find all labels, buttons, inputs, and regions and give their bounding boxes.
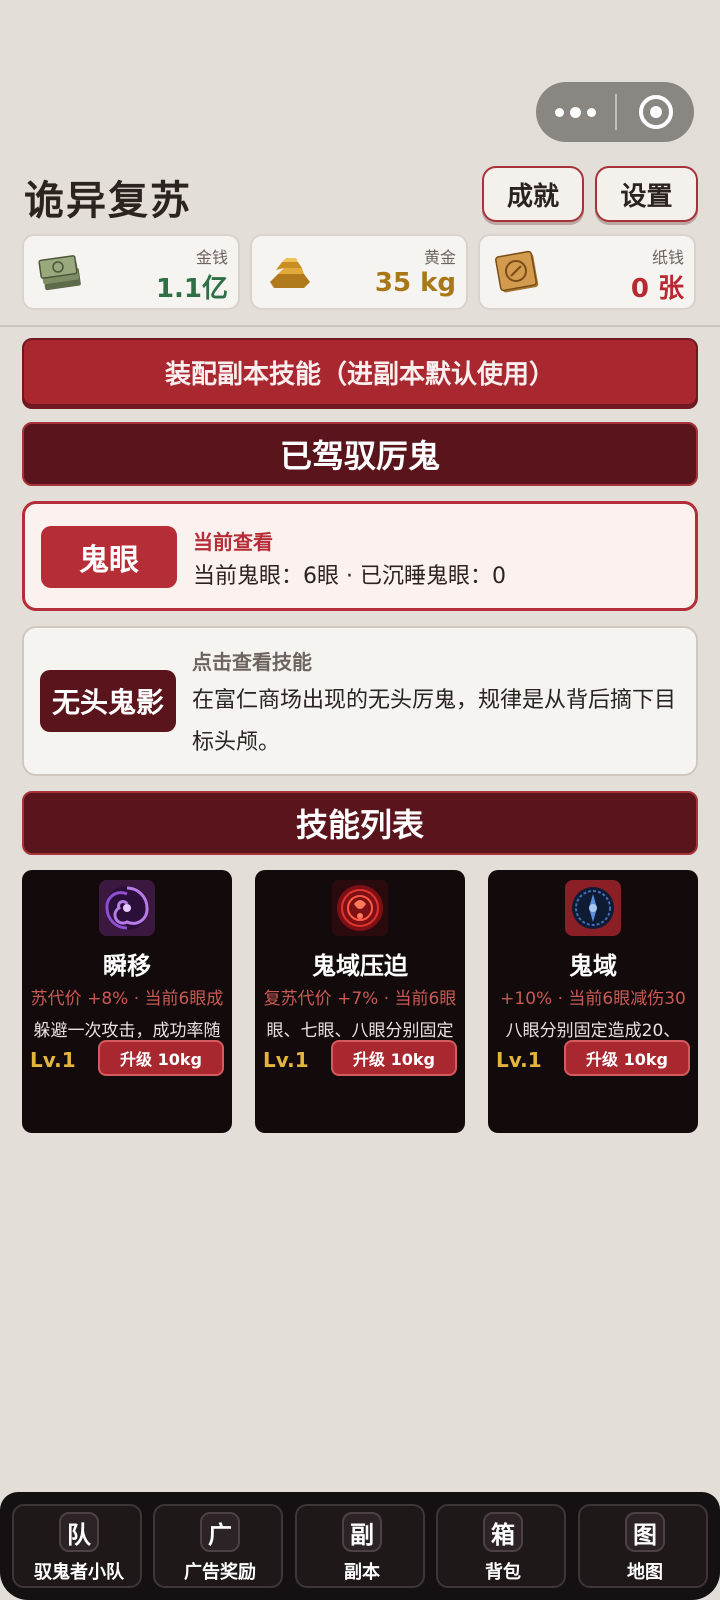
- resource-label: 纸钱: [651, 248, 684, 267]
- skill-cost-text: 复苏代价 +7% · 当前6眼: [263, 989, 457, 1009]
- nav-label: 背包: [485, 1562, 521, 1583]
- resource-value: 1.1亿: [155, 274, 228, 304]
- skill-card-ghost-domain[interactable]: 鬼域 +10% · 当前6眼减伤30 八眼分别固定造成20、 Lv.1 升级 1…: [488, 870, 698, 1133]
- skill-level: Lv.1: [263, 1048, 309, 1072]
- skill-card-ghost-domain-oppression[interactable]: 鬼域压迫 复苏代价 +7% · 当前6眼 眼、七眼、八眼分别固定 Lv.1 升级…: [255, 870, 465, 1133]
- nav-item-ad-rewards[interactable]: 广 广告奖励: [153, 1504, 283, 1588]
- skill-cost-text: 苏代价 +8% · 当前6眼成: [30, 989, 224, 1009]
- ghost-card-ghost-eye[interactable]: 鬼眼 当前查看 当前鬼眼：6眼 · 已沉睡鬼眼：0: [22, 501, 698, 611]
- nav-item-dungeon[interactable]: 副 副本: [295, 1504, 425, 1588]
- skill-level: Lv.1: [30, 1048, 76, 1072]
- nav-item-map[interactable]: 图 地图: [578, 1504, 708, 1588]
- resource-value: 0 张: [630, 274, 684, 304]
- upgrade-button[interactable]: 升级 10kg: [98, 1040, 224, 1076]
- achievements-button[interactable]: 成就: [482, 166, 584, 222]
- ghost-description: 当前鬼眼：6眼 · 已沉睡鬼眼：0: [193, 564, 506, 589]
- skill-name: 瞬移: [103, 952, 151, 980]
- ghost-hint: 当前查看: [193, 530, 273, 554]
- backpack-icon: 箱: [483, 1512, 523, 1552]
- resource-label: 金钱: [195, 248, 228, 267]
- ghost-description: 在富仁商场出现的无头厉鬼，规律是从背后摘下目标头颅。: [192, 688, 677, 755]
- resource-card-gold: 黄金 35 kg: [250, 234, 468, 310]
- team-icon: 队: [59, 1512, 99, 1552]
- skill-effect-text: 眼、七眼、八眼分别固定: [266, 1021, 454, 1041]
- resource-label: 黄金: [423, 248, 456, 267]
- ghost-name-tag: 无头鬼影: [40, 670, 176, 732]
- nav-label: 广告奖励: [184, 1562, 256, 1583]
- upgrade-button[interactable]: 升级 10kg: [564, 1040, 690, 1076]
- teleport-skill-icon: [99, 880, 155, 936]
- paper-money-icon: [490, 248, 546, 298]
- ghost-hint: 点击查看技能: [192, 650, 312, 674]
- skill-effect-text: 八眼分别固定造成20、: [505, 1021, 681, 1041]
- ad-icon: 广: [200, 1512, 240, 1552]
- bottom-nav: 队 驭鬼者小队 广 广告奖励 副 副本 箱 背包 图 地图: [0, 1492, 720, 1600]
- nav-label: 地图: [627, 1562, 663, 1583]
- skill-name: 鬼域: [569, 952, 617, 980]
- dungeon-icon: 副: [342, 1512, 382, 1552]
- skill-cost-text: +10% · 当前6眼减伤30: [500, 989, 686, 1009]
- miniprogram-capsule: [536, 82, 694, 142]
- upgrade-button[interactable]: 升级 10kg: [331, 1040, 457, 1076]
- ghost-domain-skill-icon: [565, 880, 621, 936]
- skill-level: Lv.1: [496, 1048, 542, 1072]
- gold-bar-icon: [262, 248, 318, 298]
- resource-card-paper-money: 纸钱 0 张: [478, 234, 696, 310]
- skill-card-teleport[interactable]: 瞬移 苏代价 +8% · 当前6眼成 躲避一次攻击，成功率随 Lv.1 升级 1…: [22, 870, 232, 1133]
- nav-label: 副本: [344, 1562, 380, 1583]
- nav-item-backpack[interactable]: 箱 背包: [436, 1504, 566, 1588]
- settings-button[interactable]: 设置: [595, 166, 698, 222]
- skill-name: 鬼域压迫: [312, 952, 408, 980]
- page-title: 诡异复苏: [24, 178, 192, 224]
- ghost-card-headless-shadow[interactable]: 无头鬼影 点击查看技能 在富仁商场出现的无头厉鬼，规律是从背后摘下目标头颅。: [22, 626, 698, 776]
- close-miniprogram-icon[interactable]: [617, 82, 694, 142]
- ghost-name-tag: 鬼眼: [41, 526, 177, 588]
- section-header-tamed-ghosts: 已驾驭厉鬼: [22, 422, 698, 486]
- resource-value: 35 kg: [374, 268, 456, 298]
- nav-label: 驭鬼者小队: [34, 1562, 124, 1583]
- map-icon: 图: [625, 1512, 665, 1552]
- equip-dungeon-skill-button[interactable]: 装配副本技能（进副本默认使用）: [22, 338, 698, 406]
- money-icon: [34, 248, 90, 298]
- divider: [0, 325, 720, 327]
- nav-item-team[interactable]: 队 驭鬼者小队: [12, 1504, 142, 1588]
- section-header-skill-list: 技能列表: [22, 791, 698, 855]
- resource-card-money: 金钱 1.1亿: [22, 234, 240, 310]
- more-options-icon[interactable]: [536, 82, 615, 142]
- ghost-domain-oppression-skill-icon: [332, 880, 388, 936]
- skill-effect-text: 躲避一次攻击，成功率随: [33, 1021, 221, 1041]
